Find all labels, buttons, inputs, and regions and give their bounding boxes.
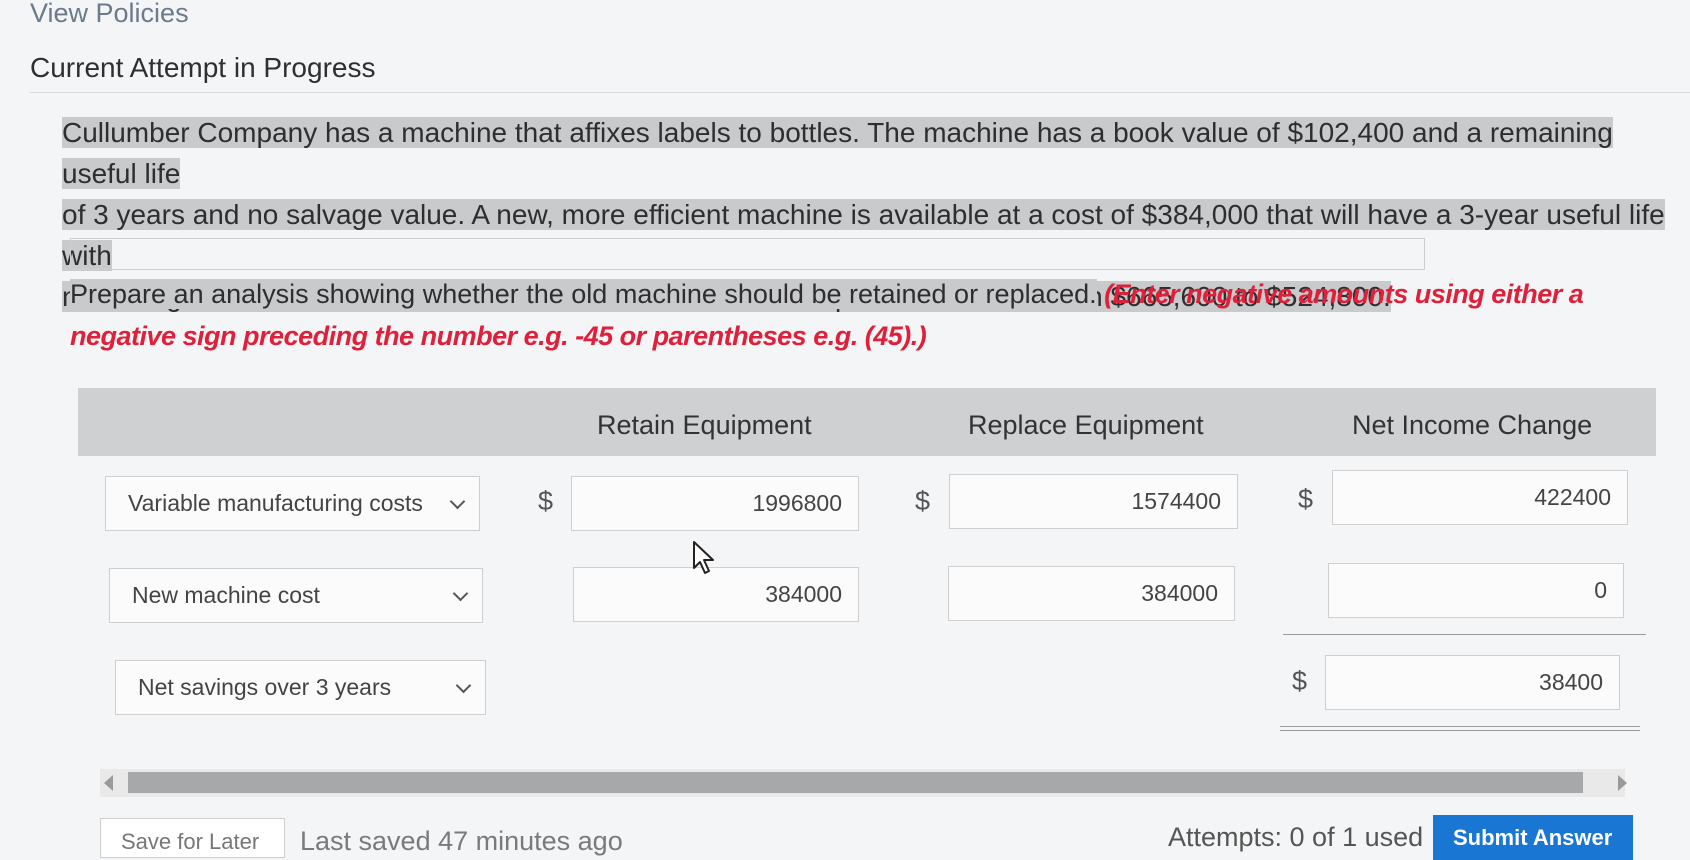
chevron-down-icon bbox=[449, 493, 466, 510]
chevron-down-icon bbox=[455, 677, 472, 694]
subtotal-rule bbox=[1283, 634, 1646, 635]
row-label-text: Net savings over 3 years bbox=[138, 674, 392, 700]
problem-line-1: Cullumber Company has a machine that aff… bbox=[62, 117, 1613, 189]
currency-symbol: $ bbox=[915, 486, 931, 516]
instruction: Prepare an analysis showing whether the … bbox=[70, 273, 1675, 357]
currency-symbol: $ bbox=[1292, 666, 1308, 696]
replace-amount-value: 384000 bbox=[1141, 580, 1218, 606]
last-saved-text: Last saved 47 minutes ago bbox=[300, 826, 623, 856]
column-header-retain: Retain Equipment bbox=[597, 410, 812, 440]
net-change-value: 0 bbox=[1594, 577, 1607, 603]
instruction-text: Prepare an analysis showing whether the … bbox=[70, 279, 1097, 309]
net-change-value: 38400 bbox=[1539, 669, 1603, 695]
replace-amount-input[interactable]: 384000 bbox=[948, 566, 1235, 621]
column-header-replace: Replace Equipment bbox=[968, 410, 1204, 440]
page-title: Current Attempt in Progress bbox=[30, 52, 376, 83]
row-label-select[interactable]: New machine cost bbox=[109, 568, 483, 623]
net-change-value: 422400 bbox=[1534, 484, 1611, 510]
chevron-down-icon bbox=[452, 585, 469, 602]
replace-amount-input[interactable]: 1574400 bbox=[949, 474, 1238, 529]
mouse-pointer-icon bbox=[692, 540, 718, 581]
scrollbar-thumb[interactable] bbox=[128, 772, 1583, 793]
scroll-right-arrow-icon[interactable] bbox=[1618, 775, 1627, 791]
retain-amount-value: 1996800 bbox=[752, 490, 842, 516]
replace-amount-value: 1574400 bbox=[1131, 488, 1221, 514]
attempts-counter: Attempts: 0 of 1 used bbox=[1168, 822, 1424, 852]
scroll-left-arrow-icon[interactable] bbox=[104, 775, 113, 791]
net-change-input[interactable]: 0 bbox=[1328, 563, 1624, 618]
net-change-input[interactable]: 38400 bbox=[1325, 655, 1620, 710]
total-double-rule bbox=[1280, 726, 1640, 727]
retain-amount-value: 384000 bbox=[765, 581, 842, 607]
view-policies-link[interactable]: View Policies bbox=[30, 0, 189, 29]
retain-amount-input[interactable]: 1996800 bbox=[571, 476, 859, 531]
row-label-select[interactable]: Net savings over 3 years bbox=[115, 660, 486, 715]
currency-symbol: $ bbox=[538, 486, 554, 516]
submit-answer-button[interactable]: Submit Answer bbox=[1433, 815, 1633, 860]
total-double-rule bbox=[1280, 730, 1640, 731]
row-label-select[interactable]: Variable manufacturing costs bbox=[105, 476, 480, 531]
text-selection-gap bbox=[70, 238, 1425, 270]
save-for-later-button[interactable]: Save for Later bbox=[100, 818, 285, 858]
net-change-input[interactable]: 422400 bbox=[1332, 470, 1628, 525]
column-header-net: Net Income Change bbox=[1352, 410, 1593, 440]
divider bbox=[30, 92, 1690, 93]
currency-symbol: $ bbox=[1298, 484, 1314, 514]
row-label-text: Variable manufacturing costs bbox=[128, 490, 423, 516]
row-label-text: New machine cost bbox=[132, 582, 320, 608]
